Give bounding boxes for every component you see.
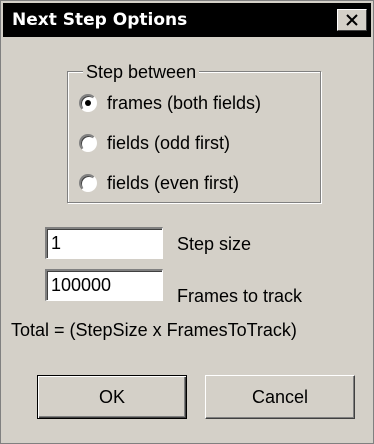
frames-to-track-input[interactable] bbox=[45, 269, 163, 301]
radio-label: fields (odd first) bbox=[107, 133, 231, 153]
dialog-title: Next Step Options bbox=[12, 10, 188, 30]
total-formula-text: Total = (StepSize x FramesToTrack) bbox=[11, 320, 297, 340]
next-step-options-dialog: Next Step Options Step between frames (b… bbox=[0, 0, 374, 444]
radio-button[interactable] bbox=[79, 174, 97, 192]
close-button[interactable] bbox=[337, 9, 367, 31]
radio-frames-both-fields[interactable]: frames (both fields) bbox=[79, 91, 261, 115]
radio-fields-odd-first[interactable]: fields (odd first) bbox=[79, 131, 230, 155]
radio-fields-even-first[interactable]: fields (even first) bbox=[79, 171, 239, 195]
ok-button[interactable]: OK bbox=[37, 375, 187, 419]
radio-label: fields (even first) bbox=[107, 173, 240, 193]
close-icon bbox=[346, 14, 358, 26]
step-size-input[interactable] bbox=[45, 227, 163, 259]
title-bar: Next Step Options bbox=[3, 3, 371, 37]
radio-button[interactable] bbox=[79, 134, 97, 152]
cancel-button[interactable]: Cancel bbox=[205, 375, 355, 419]
radio-label: frames (both fields) bbox=[107, 93, 262, 113]
radio-button-checked[interactable] bbox=[79, 94, 97, 112]
step-between-label: Step between bbox=[83, 61, 200, 83]
step-size-label: Step size bbox=[177, 234, 252, 254]
frames-to-track-label: Frames to track bbox=[177, 286, 303, 306]
